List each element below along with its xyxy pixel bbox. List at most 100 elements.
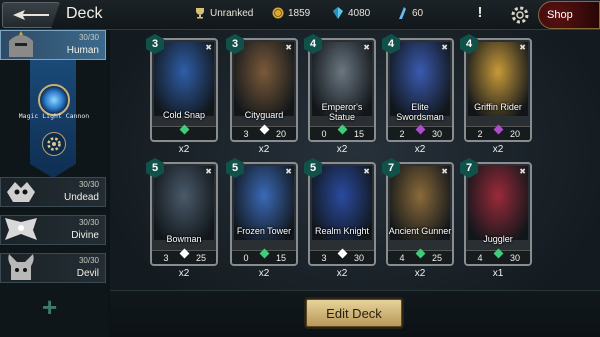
deck-card[interactable]: Frozen Tower 0 15 ✖ 5 x2 (226, 158, 298, 279)
faction-name: Undead (63, 192, 99, 203)
deck-card[interactable]: Emperor's Statue 0 15 ✖ 4 x2 (304, 34, 376, 155)
faction-count: 30/30 (78, 256, 99, 265)
deck-card[interactable]: Cityguard 3 20 ✖ 3 x2 (226, 34, 298, 155)
deck-card[interactable]: Elite Swordsman 2 30 ✖ 4 x2 (382, 34, 454, 155)
faction-sidebar: 30/30 Human Magic Light Cannon 30/30 Und… (0, 30, 108, 337)
faction-tab-undead[interactable]: 30/30 Undead (0, 177, 106, 207)
shard-icon (399, 7, 406, 19)
card-attack: 3 (163, 253, 169, 263)
add-deck-button[interactable]: + (42, 292, 57, 323)
card-health: 20 (509, 129, 520, 139)
rarity-gem-icon (493, 248, 504, 259)
card-corner-icon: ✖ (441, 43, 448, 52)
card-health: 20 (275, 129, 286, 139)
card-attack: 3 (243, 129, 249, 139)
settings-gear-icon[interactable] (510, 5, 530, 25)
card-attack: 2 (477, 129, 483, 139)
faction-count: 30/30 (78, 33, 99, 42)
rarity-gem-icon (179, 248, 190, 259)
card-attack: 2 (399, 129, 405, 139)
deck-card[interactable]: Bowman 3 25 ✖ 5 x2 (146, 158, 218, 279)
card-health: 30 (431, 129, 442, 139)
faction-tab-human[interactable]: 30/30 Human (0, 30, 106, 60)
card-stat-bar: 0 15 (232, 248, 296, 264)
gold-display: 1859 (272, 7, 310, 19)
edit-deck-button[interactable]: Edit Deck (306, 299, 402, 327)
card-corner-icon: ✖ (285, 167, 292, 176)
card-health: 15 (353, 129, 364, 139)
card-name: Cold Snap (162, 110, 206, 120)
divine-wings-icon (5, 218, 37, 240)
card-health: 25 (195, 253, 206, 263)
card-health: 25 (431, 253, 442, 263)
card-frame: Griffin Rider 2 20 ✖ (464, 38, 532, 142)
back-arrow-icon (13, 10, 49, 20)
shard-amount: 60 (412, 7, 424, 19)
hero-gear-button[interactable] (42, 132, 66, 156)
card-stat-bar: 3 25 (152, 248, 216, 264)
shard-display: 60 (396, 7, 423, 19)
alert-icon[interactable]: ! (474, 4, 486, 24)
rarity-gem-icon (337, 248, 348, 259)
card-corner-icon: ✖ (519, 167, 526, 176)
rank-label: Unranked (210, 7, 254, 19)
deck-card[interactable]: Cold Snap ✖ 3 x2 (146, 34, 218, 155)
card-art (154, 166, 214, 240)
card-quantity: x2 (414, 268, 426, 279)
card-quantity: x2 (258, 268, 270, 279)
faction-tab-devil[interactable]: 30/30 Devil (0, 253, 106, 283)
faction-name: Divine (71, 230, 99, 241)
card-stat-bar: 4 30 (466, 248, 530, 264)
card-name: Emperor's Statue (321, 102, 363, 122)
card-quantity: x2 (492, 144, 504, 155)
card-name: Realm Knight (314, 226, 370, 236)
card-corner-icon: ✖ (363, 167, 370, 176)
rarity-gem-icon (337, 124, 348, 135)
deck-card[interactable]: Juggler 4 30 ✖ 7 x1 (460, 158, 532, 279)
card-quantity: x2 (336, 268, 348, 279)
card-corner-icon: ✖ (519, 43, 526, 52)
deck-card[interactable]: Ancient Gunner 4 25 ✖ 7 x2 (382, 158, 454, 279)
card-art (154, 42, 214, 116)
card-quantity: x2 (178, 144, 190, 155)
deck-card[interactable]: Griffin Rider 2 20 ✖ 4 x2 (460, 34, 532, 155)
card-quantity: x2 (178, 268, 190, 279)
card-corner-icon: ✖ (285, 43, 292, 52)
card-quantity: x1 (492, 268, 504, 279)
card-stat-bar: 2 30 (388, 124, 452, 140)
card-attack: 4 (477, 253, 483, 263)
crystal-amount: 4080 (348, 7, 371, 19)
faction-tab-divine[interactable]: 30/30 Divine (0, 215, 106, 245)
devil-horns-icon (8, 254, 34, 280)
card-corner-icon: ✖ (363, 43, 370, 52)
card-frame: Cold Snap ✖ (150, 38, 218, 142)
card-quantity: x2 (258, 144, 270, 155)
card-attack: 3 (321, 253, 327, 263)
card-corner-icon: ✖ (441, 167, 448, 176)
card-name: Bowman (166, 234, 202, 244)
undead-skull-icon (7, 182, 35, 202)
card-health: 15 (275, 253, 286, 263)
card-frame: Realm Knight 3 30 ✖ (308, 162, 376, 266)
card-stat-bar: 4 25 (388, 248, 452, 264)
card-name: Juggler (483, 234, 513, 244)
back-button[interactable] (2, 2, 60, 28)
gold-amount: 1859 (288, 7, 311, 19)
crystal-icon (333, 7, 343, 19)
deck-card[interactable]: Realm Knight 3 30 ✖ 5 x2 (304, 158, 376, 279)
shop-button[interactable]: Shop (538, 1, 600, 29)
card-art (234, 42, 294, 116)
card-quantity: x2 (336, 144, 348, 155)
card-attack: 4 (399, 253, 405, 263)
card-name: Elite Swordsman (396, 102, 444, 122)
card-corner-icon: ✖ (205, 167, 212, 176)
faction-count: 30/30 (78, 218, 99, 227)
human-helmet-icon (9, 31, 33, 57)
card-health: 30 (509, 253, 520, 263)
card-stat-bar: 3 30 (310, 248, 374, 264)
top-bar: Deck Unranked 1859 4080 60 ! Shop (0, 0, 600, 30)
card-stat-bar: 2 20 (466, 124, 530, 140)
rarity-gem-icon (415, 248, 426, 259)
rarity-gem-icon (415, 124, 426, 135)
card-frame: Juggler 4 30 ✖ (464, 162, 532, 266)
